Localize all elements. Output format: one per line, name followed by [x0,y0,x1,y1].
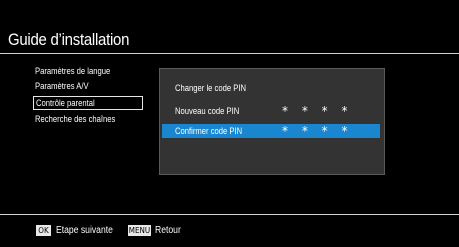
new-pin-label: Nouveau code PIN [175,106,240,116]
menu-item-language-settings[interactable]: Paramètres de langue [33,64,143,78]
menu-item-parental-control[interactable]: Contrôle parental [33,96,143,110]
menu-item-av-settings[interactable]: Paramètres A/V [33,79,143,93]
page-title: Guide d’installation [8,30,130,49]
confirm-pin-label: Confirmer code PIN [175,126,243,136]
back-label: Retour [155,225,181,236]
confirm-pin-field[interactable]: Confirmer code PIN * * * * [162,124,380,138]
menu-item-label: Recherche des chaînes [35,114,116,124]
pin-change-panel: Changer le code PIN Nouveau code PIN * *… [159,68,385,175]
footer-divider [0,214,459,215]
next-step-label: Etape suivante [56,225,113,236]
footer-hints: OK Etape suivante MENU Retour [0,225,459,239]
menu-item-label: Contrôle parental [36,98,95,108]
ok-key[interactable]: OK [36,225,51,236]
menu-key[interactable]: MENU [128,225,151,236]
confirm-pin-value: * * * * [282,124,353,138]
menu-item-channel-search[interactable]: Recherche des chaînes [33,112,143,126]
installation-guide-screen: Guide d’installation Paramètres de langu… [0,0,459,247]
menu-item-label: Paramètres de langue [35,66,111,76]
menu-item-label: Paramètres A/V [35,81,89,91]
panel-heading: Changer le code PIN [175,83,247,93]
new-pin-value: * * * * [282,104,353,118]
new-pin-field[interactable]: Nouveau code PIN * * * * [162,104,380,118]
title-divider [0,53,459,54]
